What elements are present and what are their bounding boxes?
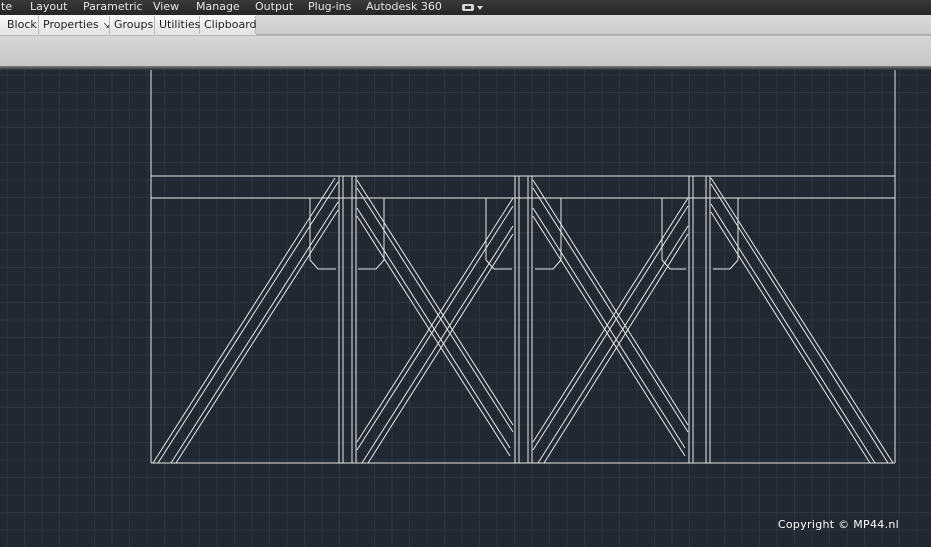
menu-bar: te Layout Parametric View Manage Output … bbox=[0, 0, 931, 15]
copyright-watermark: Copyright © MP44.nl bbox=[777, 518, 899, 531]
panel-utilities[interactable]: Utilities bbox=[155, 16, 200, 34]
panel-utilities-label: Utilities bbox=[159, 18, 201, 31]
brace-bay2-up-c bbox=[361, 225, 514, 464]
workspace-switch-icon[interactable] bbox=[462, 2, 490, 13]
menu-item-insert[interactable]: te bbox=[1, 0, 12, 14]
chevron-down-icon bbox=[477, 5, 483, 10]
menu-item-layout[interactable]: Layout bbox=[30, 0, 67, 14]
dialog-launcher-icon[interactable]: ↘ bbox=[103, 21, 111, 31]
diagonal-bay1-c bbox=[170, 201, 339, 464]
gusset-plate-6 bbox=[713, 198, 739, 270]
brace-bay3-up-b bbox=[532, 205, 689, 451]
workspace-chip-icon bbox=[462, 4, 474, 11]
menu-item-autodesk-360[interactable]: Autodesk 360 bbox=[366, 0, 442, 14]
menu-item-manage[interactable]: Manage bbox=[196, 0, 240, 14]
gusset-plate-2 bbox=[358, 198, 385, 270]
truss-frame bbox=[150, 70, 896, 464]
diagonal-bay1-b bbox=[157, 181, 339, 464]
brace-bay3-down-b bbox=[532, 187, 689, 433]
panel-block-label: Block bbox=[7, 18, 37, 31]
panel-clipboard[interactable]: Clipboard bbox=[200, 16, 257, 34]
diagonal-bay4-b bbox=[710, 183, 889, 464]
ribbon-panel-bar-empty bbox=[256, 15, 931, 35]
diagonal-bay4-c bbox=[710, 203, 876, 464]
menu-item-plugins[interactable]: Plug-ins bbox=[308, 0, 351, 14]
brace-bay2-up-d bbox=[367, 233, 514, 464]
panel-groups-label: Groups bbox=[114, 18, 154, 31]
panel-groups[interactable]: Groups bbox=[110, 16, 155, 34]
drawing-canvas[interactable]: Copyright © MP44.nl bbox=[0, 70, 931, 547]
panel-properties-label: Properties bbox=[43, 18, 99, 31]
brace-bay2-down-b bbox=[356, 187, 514, 433]
ribbon-collapsed-strip bbox=[0, 36, 931, 66]
brace-bay2-down-c bbox=[356, 207, 511, 449]
ribbon-panel-bar: Block Properties ↘ Groups Utilities Clipb… bbox=[0, 15, 931, 36]
panel-clipboard-label: Clipboard bbox=[204, 18, 257, 31]
gusset-plate-4 bbox=[535, 198, 562, 270]
drawing-svg[interactable] bbox=[0, 70, 931, 547]
brace-bay2-down-d bbox=[356, 215, 511, 457]
menu-item-output[interactable]: Output bbox=[255, 0, 293, 14]
panel-properties[interactable]: Properties ↘ bbox=[39, 16, 110, 34]
brace-bay3-up-c bbox=[537, 225, 689, 464]
brace-bay2-up-b bbox=[356, 205, 514, 451]
panel-block[interactable]: Block bbox=[3, 16, 39, 34]
menu-item-view[interactable]: View bbox=[153, 0, 179, 14]
menu-item-parametric[interactable]: Parametric bbox=[83, 0, 143, 14]
